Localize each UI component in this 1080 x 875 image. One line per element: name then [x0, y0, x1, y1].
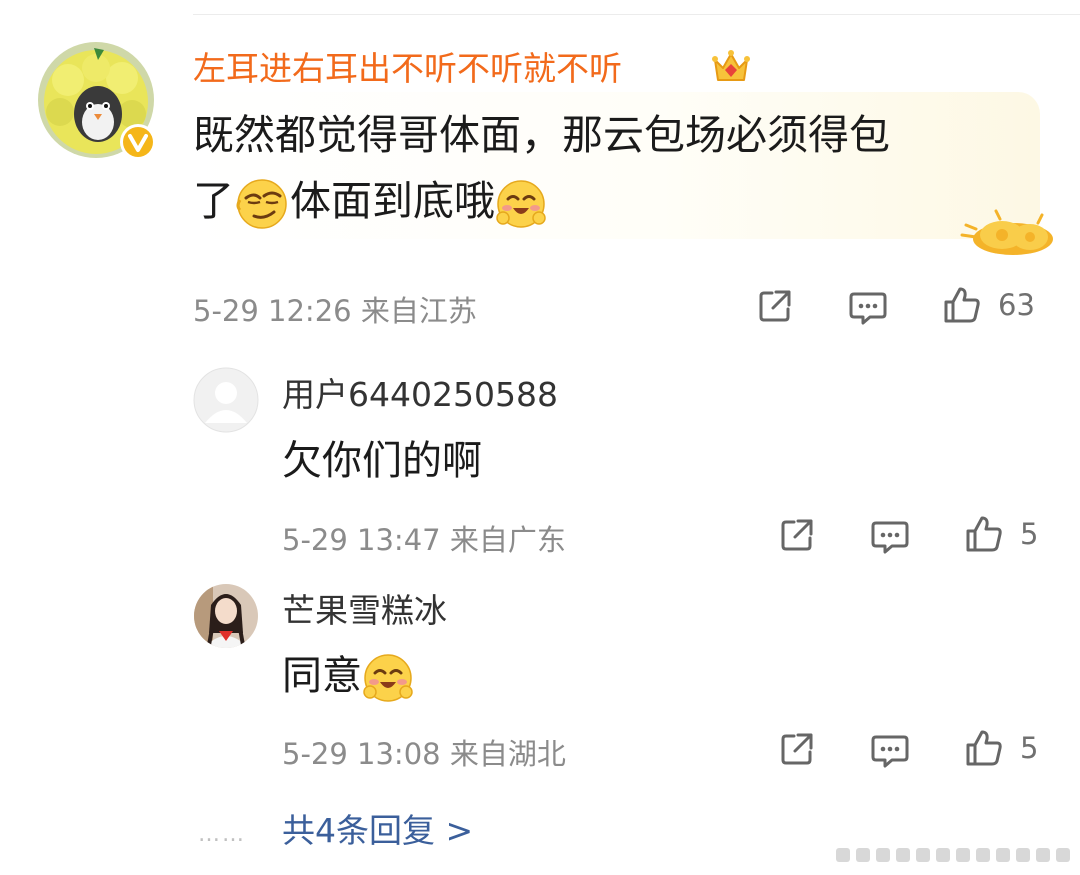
reply-text: 同意: [282, 643, 414, 704]
comment-icon[interactable]: [848, 289, 888, 331]
reply-avatar-default[interactable]: [193, 367, 259, 437]
blush-emoji-icon: [362, 652, 414, 704]
comment-text-line1: 既然都觉得哥体面，那云包场必须得包: [193, 111, 890, 159]
reply-text-content: 同意: [282, 653, 362, 699]
reply-username[interactable]: 芒果雪糕冰: [282, 584, 447, 632]
comment-meta: 5-29 12:26 来自江苏: [193, 294, 477, 328]
blush-emoji-icon: [495, 178, 547, 230]
reply-meta: 5-29 13:47 来自广东: [282, 523, 566, 557]
verified-badge-icon: [119, 123, 157, 161]
like-icon[interactable]: [964, 728, 1004, 772]
view-more-replies-link[interactable]: 共4条回复 >: [282, 804, 473, 852]
reply-meta: 5-29 13:08 来自湖北: [282, 737, 566, 771]
share-icon[interactable]: [756, 287, 794, 329]
like-count: 63: [998, 288, 1035, 322]
coins-decoration-icon: [958, 205, 1058, 261]
watermark-bar-decoration: [836, 846, 1070, 864]
comment-text-part-a: 了: [193, 177, 234, 225]
like-count: 5: [1020, 517, 1039, 551]
crown-icon: [710, 46, 752, 88]
like-icon[interactable]: [942, 285, 982, 329]
share-icon[interactable]: [778, 730, 816, 772]
reply-avatar-girl[interactable]: [193, 583, 259, 653]
reply-username[interactable]: 用户6440250588: [282, 368, 558, 416]
comment-icon[interactable]: [870, 518, 910, 560]
comment-icon[interactable]: [870, 732, 910, 774]
reply-text: 欠你们的啊: [282, 438, 482, 484]
comment-username[interactable]: 左耳进右耳出不听不听就不听: [193, 47, 622, 91]
more-dots: ……: [198, 822, 246, 847]
like-icon[interactable]: [964, 514, 1004, 558]
comment-text-part-b: 体面到底哦: [290, 177, 495, 225]
share-icon[interactable]: [778, 516, 816, 558]
comment-text-line2: 了 体面到底哦: [193, 168, 547, 234]
like-count: 5: [1020, 731, 1039, 765]
smirk-emoji-icon: [234, 176, 290, 232]
top-divider: [193, 14, 1080, 15]
